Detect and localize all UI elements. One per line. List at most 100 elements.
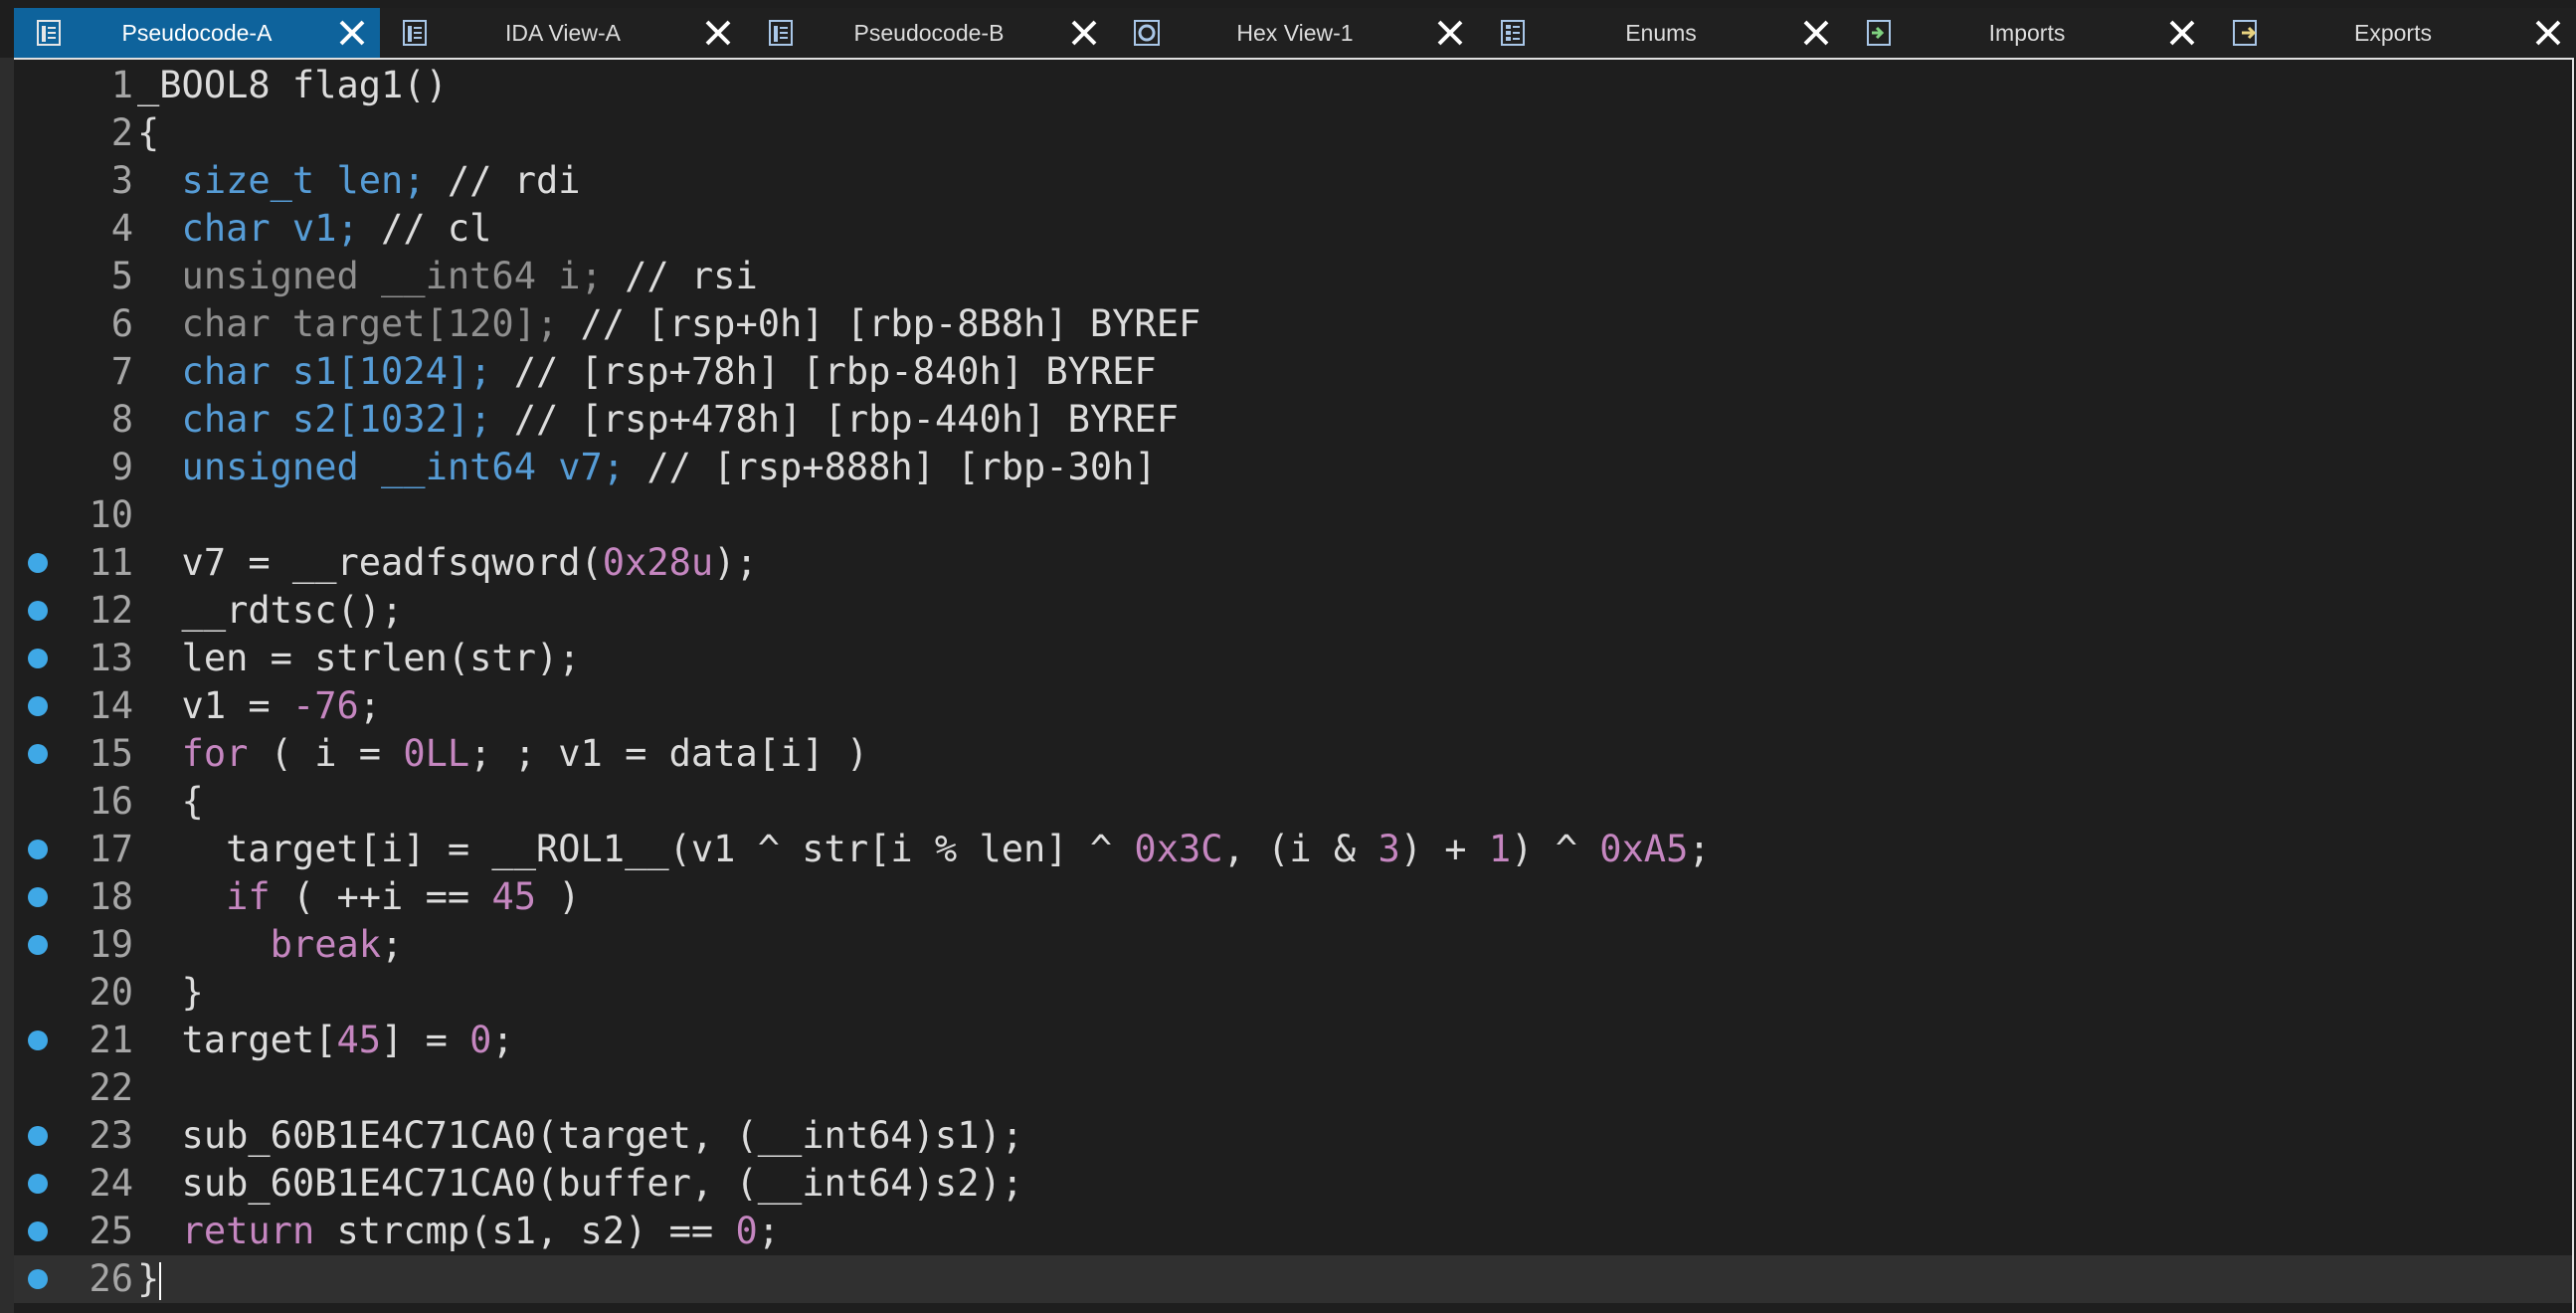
close-icon[interactable] — [1800, 17, 1832, 49]
code-line[interactable]: 19 break; — [14, 921, 2572, 969]
code-token: char target[120]; — [137, 302, 581, 345]
code-token: } — [137, 1257, 160, 1300]
code-line[interactable]: 3 size_t len; // rdi — [14, 157, 2572, 205]
code-line[interactable]: 16 { — [14, 778, 2572, 826]
tab-pseudocode-a[interactable]: Pseudocode-A — [14, 8, 380, 58]
close-icon[interactable] — [1068, 17, 1100, 49]
line-number: 14 — [89, 684, 133, 727]
code-token: 45 — [336, 1019, 382, 1061]
code-token: // [rsp+78h] [rbp-840h] BYREF — [513, 350, 1157, 393]
close-icon[interactable] — [1434, 17, 1466, 49]
code-line[interactable]: 25 return strcmp(s1, s2) == 0; — [14, 1208, 2572, 1255]
imports-icon — [1864, 18, 1894, 48]
code-line[interactable]: 11 v7 = __readfsqword(0x28u); — [14, 539, 2572, 587]
tab-enums[interactable]: Enums — [1478, 8, 1844, 58]
line-source: } — [137, 969, 204, 1017]
tab-ida-view-a[interactable]: IDA View-A — [380, 8, 746, 58]
code-lines: 1 _BOOL8 flag1() 2{3 size_t len; // rdi 4 c… — [14, 62, 2572, 1303]
close-icon[interactable] — [702, 17, 734, 49]
line-number: 20 — [89, 971, 133, 1014]
tab-label: Hex View-1 — [1236, 20, 1354, 46]
code-line[interactable]: 17 target[i] = __ROL1__(v1 ^ str[i % len… — [14, 826, 2572, 873]
tab-bar: Pseudocode-A IDA View-A Pseudocode-B Hex… — [14, 8, 2576, 58]
code-token: { — [137, 780, 204, 823]
code-token: // [rsp+888h] [rbp-30h] — [646, 446, 1157, 488]
close-icon[interactable] — [2532, 17, 2564, 49]
code-token: 0 — [469, 1019, 492, 1061]
line-source: for ( i = 0LL; ; v1 = data[i] ) — [137, 730, 869, 778]
line-number: 11 — [89, 541, 133, 584]
code-line[interactable]: 18 if ( ++i == 45 ) — [14, 873, 2572, 921]
code-token: ) — [536, 875, 581, 918]
line-number: 15 — [89, 732, 133, 775]
code-line[interactable]: 14 v1 = -76; — [14, 682, 2572, 730]
tab-imports[interactable]: Imports — [1844, 8, 2210, 58]
code-token: 0xA5 — [1599, 828, 1689, 870]
code-line[interactable]: 2{ — [14, 109, 2572, 157]
code-token: for — [181, 732, 249, 775]
code-line[interactable]: 8 char s2[1032]; // [rsp+478h] [rbp-440h… — [14, 396, 2572, 444]
code-token: ) ^ — [1511, 828, 1600, 870]
exports-icon — [2230, 18, 2260, 48]
line-number: 3 — [110, 159, 133, 202]
line-source: len = strlen(str); — [137, 635, 581, 682]
tab-label: Pseudocode-B — [853, 20, 1005, 46]
code-line[interactable]: 9 unsigned __int64 v7; // [rsp+888h] [rb… — [14, 444, 2572, 491]
code-token: ( ++i == — [270, 875, 492, 918]
line-source: char s1[1024]; // [rsp+78h] [rbp-840h] B… — [137, 348, 1157, 396]
code-line[interactable]: 21 target[45] = 0; — [14, 1017, 2572, 1064]
code-token: break — [270, 923, 382, 966]
tab-pseudocode-b[interactable]: Pseudocode-B — [746, 8, 1112, 58]
tab-exports[interactable]: Exports — [2210, 8, 2576, 58]
code-line[interactable]: 1 _BOOL8 flag1() — [14, 62, 2572, 109]
code-token: 0x3C — [1134, 828, 1223, 870]
code-line[interactable]: 22 — [14, 1064, 2572, 1112]
line-number: 21 — [89, 1019, 133, 1061]
line-number: 18 — [89, 875, 133, 918]
code-token: -76 — [291, 684, 359, 727]
code-token: // cl — [381, 207, 492, 250]
code-line[interactable]: 23 sub_60B1E4C71CA0(target, (__int64)s1)… — [14, 1112, 2572, 1160]
code-token: target[i] = __ROL1__(v1 ^ str[i % len] ^ — [137, 828, 1135, 870]
close-icon[interactable] — [2166, 17, 2198, 49]
code-line[interactable]: 24 sub_60B1E4C71CA0(buffer, (__int64)s2)… — [14, 1160, 2572, 1208]
code-token: target[ — [137, 1019, 337, 1061]
code-token: 1 — [1488, 828, 1512, 870]
code-token: __rdtsc(); — [137, 589, 404, 632]
tab-label: Exports — [2354, 20, 2432, 46]
line-number: 16 — [89, 780, 133, 823]
line-source: _BOOL8 flag1() — [137, 62, 448, 109]
tab-hex-view-1[interactable]: Hex View-1 — [1112, 8, 1478, 58]
line-number: 23 — [89, 1114, 133, 1157]
code-line[interactable]: 20 } — [14, 969, 2572, 1017]
tab-label: Enums — [1625, 20, 1697, 46]
code-line[interactable]: 6 char target[120]; // [rsp+0h] [rbp-8B8… — [14, 300, 2572, 348]
code-line[interactable]: 5 unsigned __int64 i; // rsi — [14, 253, 2572, 300]
enums-icon — [1498, 18, 1528, 48]
line-source: char target[120]; // [rsp+0h] [rbp-8B8h]… — [137, 300, 1201, 348]
line-source: target[i] = __ROL1__(v1 ^ str[i % len] ^… — [137, 826, 1711, 873]
code-line[interactable]: 7 char s1[1024]; // [rsp+78h] [rbp-840h]… — [14, 348, 2572, 396]
code-token: 0x28u — [602, 541, 714, 584]
code-line[interactable]: 13 len = strlen(str); — [14, 635, 2572, 682]
line-number: 25 — [89, 1210, 133, 1252]
code-token: ; — [358, 684, 382, 727]
pseudocode-editor[interactable]: 1 _BOOL8 flag1() 2{3 size_t len; // rdi 4 c… — [14, 58, 2574, 1313]
text-cursor — [159, 1261, 162, 1300]
code-token: // rsi — [625, 255, 758, 297]
code-token: 3 — [1378, 828, 1400, 870]
code-line[interactable]: 15 for ( i = 0LL; ; v1 = data[i] ) — [14, 730, 2572, 778]
code-token: , (i & — [1222, 828, 1379, 870]
code-line[interactable]: 12 __rdtsc(); — [14, 587, 2572, 635]
code-token: ; — [1688, 828, 1711, 870]
code-line[interactable]: 4 char v1; // cl — [14, 205, 2572, 253]
line-number: 5 — [110, 255, 133, 297]
code-token: ); — [713, 541, 758, 584]
code-line[interactable]: 10 — [14, 491, 2572, 539]
line-source: unsigned __int64 i; // rsi — [137, 253, 758, 300]
code-line[interactable]: 26} — [14, 1255, 2572, 1303]
code-token: ; — [381, 923, 404, 966]
close-icon[interactable] — [336, 17, 368, 49]
code-token: ) + — [1399, 828, 1489, 870]
